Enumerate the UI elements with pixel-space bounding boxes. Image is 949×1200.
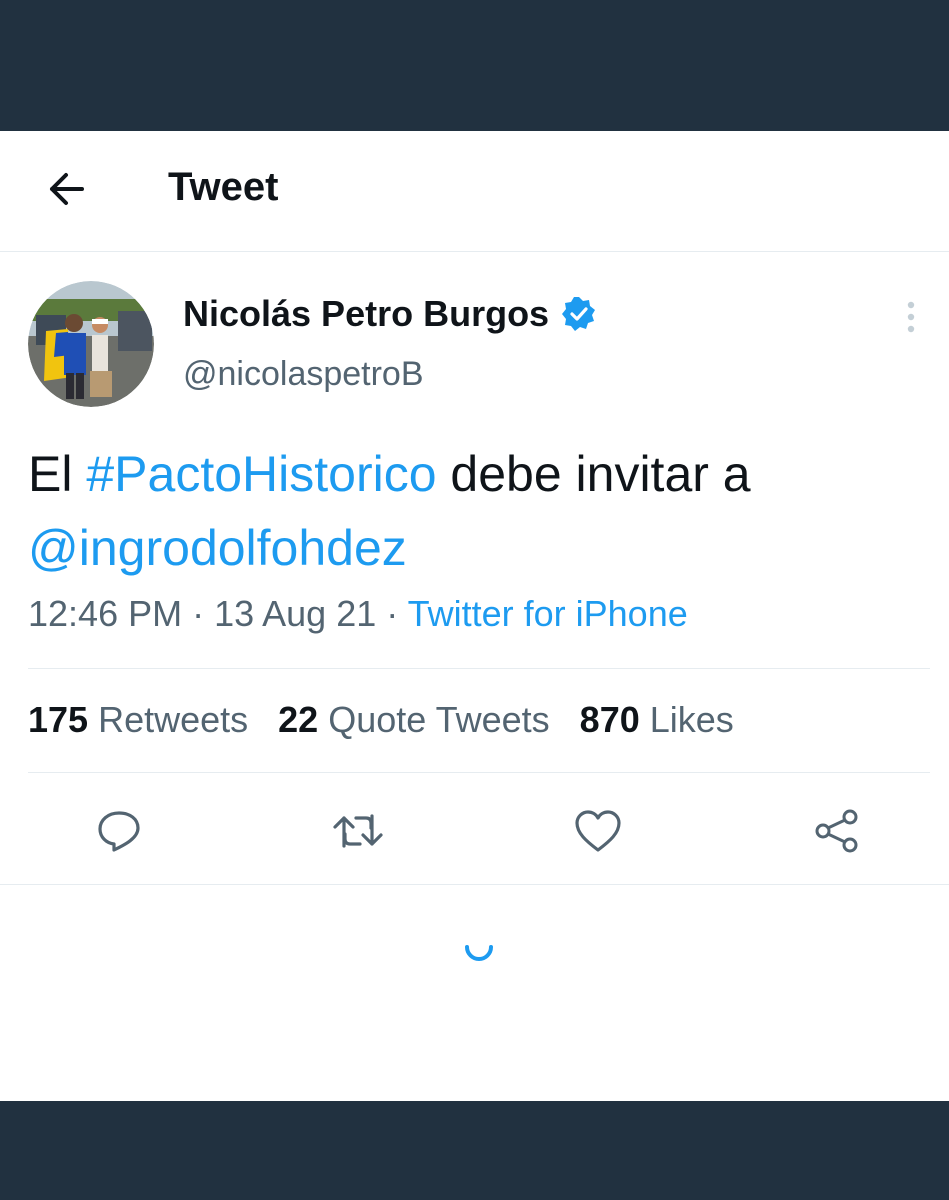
- retweet-icon: [332, 808, 384, 859]
- page-title: Tweet: [168, 165, 279, 209]
- author-display-name: Nicolás Petro Burgos: [183, 293, 550, 334]
- arrow-left-icon: [46, 171, 86, 212]
- tweet-stats: 175 Retweets 22 Quote Tweets 870 Likes: [28, 699, 764, 741]
- divider: [28, 772, 930, 773]
- quote-tweets-stat[interactable]: 22 Quote Tweets: [278, 699, 550, 741]
- retweet-button[interactable]: [328, 803, 388, 863]
- likes-count: 870: [579, 699, 640, 740]
- tweet-text: El #PactoHistorico debe invitar a @ingro…: [28, 437, 928, 585]
- likes-label: Likes: [649, 699, 734, 740]
- tweet-panel: Tweet Nicolás Petro Burgos @nicolaspetro…: [0, 131, 949, 1101]
- reply-icon: [96, 808, 142, 859]
- action-bar: [0, 803, 949, 863]
- tweet-meta: 12:46 PM · 13 Aug 21 · Twitter for iPhon…: [28, 593, 688, 635]
- more-options-button[interactable]: [894, 299, 928, 339]
- share-icon: [814, 808, 860, 859]
- mention-link[interactable]: @ingrodolfohdez: [28, 520, 407, 576]
- tweet-text-middle: debe invitar a: [436, 446, 751, 502]
- like-button[interactable]: [568, 803, 628, 863]
- top-bar: Tweet: [0, 131, 949, 252]
- tweet-time[interactable]: 12:46 PM: [28, 593, 182, 634]
- tweet-date[interactable]: 13 Aug 21: [214, 593, 376, 634]
- quote-tweets-count: 22: [278, 699, 319, 740]
- retweets-stat[interactable]: 175 Retweets: [28, 699, 248, 741]
- meta-separator: ·: [182, 593, 215, 634]
- retweets-label: Retweets: [98, 699, 249, 740]
- back-button[interactable]: [38, 163, 94, 219]
- likes-stat[interactable]: 870 Likes: [580, 699, 734, 741]
- bottom-frame: [0, 1101, 949, 1200]
- more-vertical-icon: [906, 301, 916, 338]
- author-handle[interactable]: @nicolaspetroB: [183, 355, 424, 394]
- author-name[interactable]: Nicolás Petro Burgos: [183, 293, 597, 335]
- loading-spinner-icon: [460, 928, 498, 966]
- divider: [28, 668, 930, 669]
- retweets-count: 175: [28, 699, 89, 740]
- tweet-source-link[interactable]: Twitter for iPhone: [408, 593, 688, 634]
- meta-separator: ·: [376, 593, 408, 634]
- like-icon: [574, 809, 622, 858]
- verified-badge-icon: [561, 296, 597, 332]
- reply-button[interactable]: [89, 803, 149, 863]
- avatar[interactable]: [28, 281, 154, 407]
- divider: [0, 884, 949, 885]
- hashtag-link[interactable]: #PactoHistorico: [86, 446, 436, 502]
- tweet-text-prefix: El: [28, 446, 87, 502]
- quote-tweets-label: Quote Tweets: [328, 699, 550, 740]
- share-button[interactable]: [807, 803, 867, 863]
